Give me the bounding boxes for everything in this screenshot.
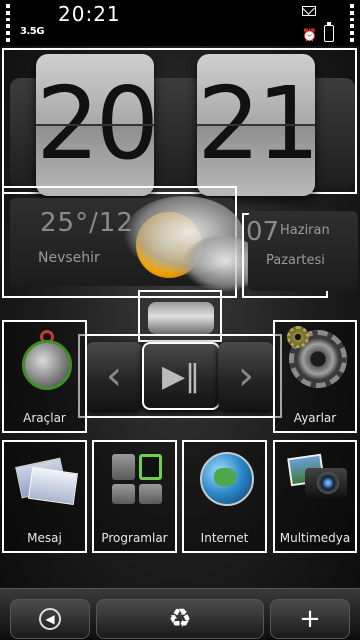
app-tile-ayarlar[interactable]: Ayarlar bbox=[273, 320, 357, 433]
battery-level-icon bbox=[350, 4, 354, 42]
previous-track-button[interactable]: ‹ bbox=[86, 342, 142, 410]
app-label-internet: Internet bbox=[200, 531, 249, 545]
weather-city: Nevsehir bbox=[38, 250, 100, 266]
app-label-araclar: Araçlar bbox=[23, 411, 66, 425]
app-tile-programlar[interactable]: Programlar bbox=[92, 440, 177, 553]
chevron-right-icon: › bbox=[238, 353, 254, 399]
recycle-icon: ♻ bbox=[168, 604, 192, 634]
home-screen: 3.5G 20:21 ⏰ 20 21 25°/12 Nevsehir 07 Ha… bbox=[0, 0, 360, 640]
tools-icon bbox=[20, 330, 74, 392]
back-icon: ◀ bbox=[39, 608, 61, 630]
clock-hours: 20 bbox=[36, 65, 159, 182]
app-label-ayarlar: Ayarlar bbox=[293, 411, 337, 425]
apps-grid-icon bbox=[112, 454, 162, 504]
play-pause-button[interactable]: ▶‖ bbox=[142, 342, 220, 410]
status-bar: 3.5G 20:21 ⏰ bbox=[0, 0, 360, 46]
play-pause-icon: ▶‖ bbox=[161, 358, 201, 394]
battery-icon bbox=[324, 22, 334, 42]
app-label-programlar: Programlar bbox=[101, 531, 168, 545]
date-weekday: Pazartesi bbox=[266, 253, 325, 268]
app-tile-araclar[interactable]: Araçlar bbox=[2, 320, 87, 433]
add-button[interactable]: + bbox=[270, 599, 350, 639]
weather-widget[interactable]: 25°/12 Nevsehir bbox=[2, 186, 262, 298]
app-label-multimedya: Multimedya bbox=[279, 531, 351, 545]
recycle-button[interactable]: ♻ bbox=[96, 599, 264, 639]
date-day: 07 bbox=[246, 217, 280, 247]
app-tile-mesaj[interactable]: Mesaj bbox=[2, 440, 87, 553]
small-gear-icon bbox=[287, 326, 309, 348]
app-tile-internet[interactable]: Internet bbox=[182, 440, 267, 553]
app-label-mesaj: Mesaj bbox=[27, 531, 62, 545]
camera-icon bbox=[287, 453, 347, 500]
network-type: 3.5G bbox=[20, 26, 44, 37]
clock-minutes: 21 bbox=[197, 65, 320, 182]
clock-minutes-card: 21 bbox=[197, 54, 320, 196]
signal-strength-icon bbox=[6, 4, 10, 42]
plus-icon: + bbox=[299, 604, 321, 634]
globe-icon bbox=[200, 452, 254, 506]
bottom-bar: ◀ ♻ + bbox=[0, 588, 360, 640]
back-button[interactable]: ◀ bbox=[10, 599, 90, 639]
flip-clock-widget[interactable]: 20 21 bbox=[2, 48, 357, 196]
date-month: Haziran bbox=[280, 223, 330, 238]
weather-temperature: 25°/12 bbox=[40, 208, 134, 238]
clock-hours-card: 20 bbox=[36, 54, 159, 196]
envelope-icon bbox=[15, 456, 79, 506]
date-widget[interactable]: 07 Haziran Pazartesi bbox=[242, 211, 358, 298]
app-tile-multimedya[interactable]: Multimedya bbox=[273, 440, 357, 553]
mail-icon bbox=[302, 6, 316, 16]
next-track-button[interactable]: › bbox=[218, 342, 274, 410]
status-time: 20:21 bbox=[58, 2, 121, 26]
cassette-roll-icon bbox=[148, 302, 214, 334]
chevron-left-icon: ‹ bbox=[106, 353, 122, 399]
alarm-icon: ⏰ bbox=[302, 28, 317, 42]
